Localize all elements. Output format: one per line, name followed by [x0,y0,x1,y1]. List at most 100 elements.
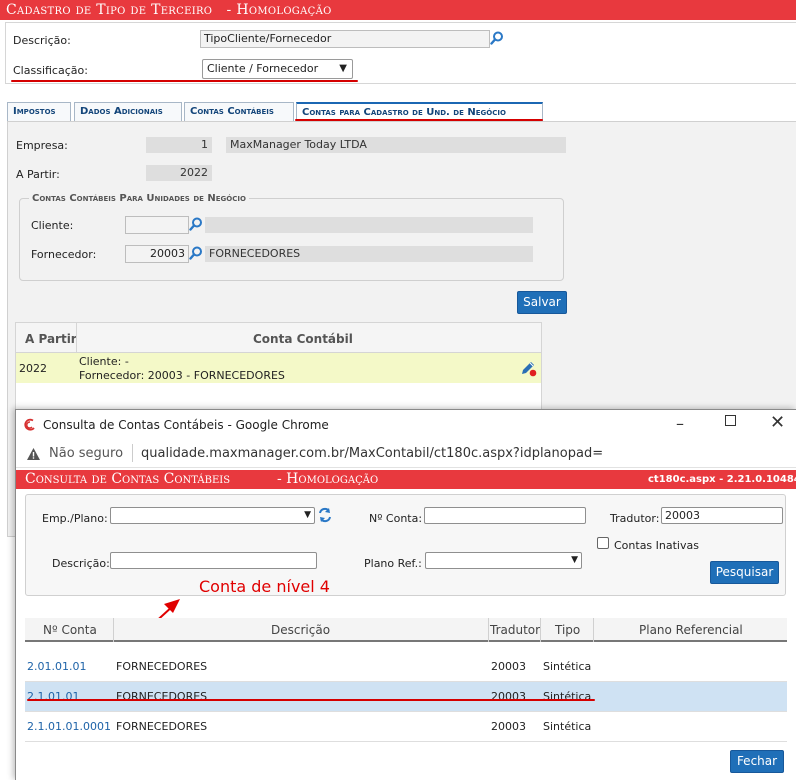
row-tradutor: 20003 [491,660,526,673]
row-tipo: Sintética [543,690,592,703]
not-secure-label: Não seguro [49,446,124,461]
row-tipo: Sintética [543,720,592,733]
chevron-down-icon: ▼ [339,63,347,74]
header-plano-referencial: Plano Referencial [639,623,743,637]
classificacao-select[interactable]: Cliente / Fornecedor ▼ [202,59,353,79]
divider [132,444,133,462]
table-row-selected[interactable]: 2.1.01.01 FORNECEDORES 20003 Sintética [25,682,787,712]
results-grid: Nº Conta Descrição Tradutor Tipo Plano R… [25,618,787,742]
grid-header: A Partir Conta Contábil [16,323,541,353]
contas-inativas-label: Contas Inativas [614,539,699,552]
descricao-label: Descrição: [52,557,110,570]
popup-title-bar: Consulta de Contas Contábeis - Homologaç… [16,470,796,489]
search-icon[interactable] [490,31,504,45]
header-descricao: Descrição [271,623,331,637]
tab-contas-contabeis[interactable]: Contas Contábeis [184,102,294,121]
nconta-label: Nº Conta: [369,512,423,525]
table-row[interactable]: 2.1.01.01.0001 FORNECEDORES 20003 Sintét… [25,712,787,742]
fornecedor-label: Fornecedor: [31,248,97,261]
empresa-code: 1 [146,137,212,153]
close-icon[interactable]: ✕ [770,412,785,433]
column-divider [540,618,541,642]
tab-impostos[interactable]: Impostos [7,102,71,121]
header-apartir: A Partir [25,332,77,346]
search-icon[interactable] [189,217,203,231]
contas-inativas-checkbox[interactable] [597,537,609,549]
row-cliente: Cliente: - [79,355,129,368]
descricao-label: Descrição: [13,34,71,47]
pesquisar-button[interactable]: Pesquisar [710,561,779,584]
column-divider [113,618,114,642]
search-icon[interactable] [189,246,203,260]
edit-icon[interactable] [519,359,537,377]
classificacao-label: Classificação: [13,64,88,77]
chevron-down-icon: ▼ [571,555,578,565]
descricao-input[interactable]: TipoCliente/Fornecedor [200,30,490,48]
fieldset-legend: Contas Contábeis Para Unidades de Negóci… [29,193,249,204]
url-text[interactable]: qualidade.maxmanager.com.br/MaxContabil/… [141,446,603,461]
cliente-label: Cliente: [31,219,74,232]
column-divider [593,618,594,642]
row-descricao: FORNECEDORES [116,690,208,703]
salvar-button[interactable]: Salvar [517,291,567,314]
popup-environment: - Homologação [277,471,379,487]
tab-dados-adicionais[interactable]: Dados Adicionais [74,102,182,121]
table-row[interactable]: 2022 Cliente: - Fornecedor: 20003 - FORN… [16,353,541,383]
annotation-underline-row [27,699,595,701]
chrome-title-bar: Consulta de Contas Contábeis - Google Ch… [16,410,796,440]
address-bar[interactable]: Não seguro qualidade.maxmanager.com.br/M… [16,440,796,468]
minimize-icon[interactable]: – [676,414,684,433]
popup-page-title: Consulta de Contas Contábeis [25,471,231,487]
header-tradutor: Tradutor [490,623,541,637]
row-conta-link[interactable]: 2.1.01.01.0001 [27,712,111,742]
apartir-value: 2022 [146,165,212,181]
environment-label: - Homologação [226,2,332,18]
column-divider [76,323,77,353]
row-tradutor: 20003 [491,690,526,703]
apartir-label: A Partir: [16,168,60,181]
empresa-name: MaxManager Today LTDA [226,137,566,153]
row-apartir: 2022 [19,362,47,375]
tradutor-input[interactable]: 20003 [661,507,783,524]
table-row[interactable]: 2.01.01.01 FORNECEDORES 20003 Sintética [25,652,787,682]
row-descricao: FORNECEDORES [116,660,208,673]
empresa-label: Empresa: [16,139,68,152]
row-conta-link[interactable]: 2.1.01.01 [27,682,79,712]
row-tipo: Sintética [543,660,592,673]
annotation-text: Conta de nível 4 [199,577,330,596]
app-logo-icon [24,418,35,431]
chevron-down-icon: ▼ [304,510,311,520]
header-conta-contabil: Conta Contábil [253,332,353,346]
row-conta-link[interactable]: 2.01.01.01 [27,652,86,682]
row-descricao: FORNECEDORES [116,720,208,733]
header-tipo: Tipo [555,623,581,637]
conta-grid: A Partir Conta Contábil 2022 Cliente: - … [15,322,542,412]
window-title: Consulta de Contas Contábeis - Google Ch… [43,418,329,432]
cliente-code-input[interactable] [125,216,189,234]
page-title: Cadastro de Tipo de Terceiro [6,2,213,18]
plano-ref-select[interactable]: ▼ [425,552,582,569]
descricao-input[interactable] [110,552,317,569]
row-fornecedor: Fornecedor: 20003 - FORNECEDORES [79,369,285,382]
nconta-input[interactable] [424,507,586,524]
emp-plano-select[interactable]: ▼ [110,507,315,524]
plano-ref-label: Plano Ref.: [364,557,422,570]
annotation-underline [11,80,358,82]
column-divider [488,618,489,642]
classificacao-value: Cliente / Fornecedor [207,62,319,75]
version-label: ct180c.aspx - 2.21.0.10484 [648,474,796,485]
popup-window: Consulta de Contas Contábeis - Google Ch… [15,409,796,780]
fornecedor-code-input[interactable]: 20003 [125,245,189,263]
refresh-icon[interactable] [318,507,332,523]
fornecedor-desc: FORNECEDORES [205,246,533,262]
emp-plano-label: Emp./Plano: [42,512,108,525]
warning-icon [27,448,40,460]
fechar-button[interactable]: Fechar [730,750,784,773]
cliente-desc [205,217,533,233]
header-nconta: Nº Conta [43,623,97,637]
maximize-icon[interactable] [725,415,736,426]
page-title-bar: Cadastro de Tipo de Terceiro - Homologaç… [0,0,796,20]
contas-fieldset [19,198,564,281]
tradutor-label: Tradutor: [610,512,660,525]
row-tradutor: 20003 [491,720,526,733]
